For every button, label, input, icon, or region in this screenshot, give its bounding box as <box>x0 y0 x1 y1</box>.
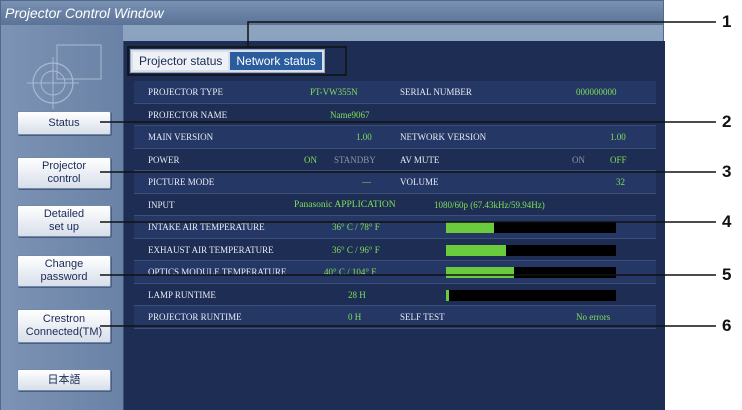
status-tabs: Projector status Network status <box>130 49 325 73</box>
av-mute-label: AV MUTE <box>400 154 440 165</box>
intake-temperature-value: 36° C / 78° F <box>332 222 380 232</box>
intake-temperature-label: INTAKE AIR TEMPERATURE <box>148 222 265 232</box>
projector-control-button[interactable]: Projector control <box>17 157 111 189</box>
window-title: Projector Control Window <box>1 1 663 25</box>
table-row: MAIN VERSION 1.00 NETWORK VERSION 1.00 <box>134 126 656 149</box>
input-signal-value: 1080/60p (67.43kHz/59.94Hz) <box>434 199 545 210</box>
table-row: PROJECTOR TYPE PT-VW355N SERIAL NUMBER 0… <box>134 81 656 104</box>
lamp-runtime-fill <box>446 289 450 301</box>
status-button[interactable]: Status <box>17 111 111 135</box>
change-password-button[interactable]: Change password <box>17 255 111 287</box>
lamp-runtime-label: LAMP RUNTIME <box>148 289 216 300</box>
projector-type-value: PT-VW355N <box>310 87 358 97</box>
tab-projector-status[interactable]: Projector status <box>133 52 229 70</box>
table-row: PROJECTOR NAME Name9067 <box>134 104 656 126</box>
projector-name-label: PROJECTOR NAME <box>148 109 228 120</box>
crosshair-logo-icon <box>27 44 102 109</box>
av-mute-off-value: OFF <box>610 154 627 165</box>
sidebar: Status Projector control Detailed set up… <box>1 25 123 410</box>
main-version-value: 1.00 <box>356 132 372 142</box>
callout-number-4: 4 <box>722 212 732 231</box>
power-standby-value: STANDBY <box>334 154 376 165</box>
callout-number-2: 2 <box>722 112 732 131</box>
callout-number-6: 6 <box>722 316 732 335</box>
volume-value: 32 <box>616 177 625 187</box>
lamp-runtime-meter <box>446 289 616 301</box>
optics-temperature-meter <box>446 267 616 278</box>
picture-mode-value: — <box>362 177 371 187</box>
self-test-value: No errors <box>576 312 611 322</box>
optics-temperature-label: OPTICS MODULE TEMPERATURE <box>148 267 287 277</box>
exhaust-temperature-label: EXHAUST AIR TEMPERATURE <box>148 244 274 255</box>
self-test-label: SELF TEST <box>400 312 445 322</box>
table-row: PICTURE MODE — VOLUME 32 <box>134 171 656 194</box>
callout-number-5: 5 <box>722 265 732 284</box>
input-label: INPUT <box>148 199 175 210</box>
status-table: PROJECTOR TYPE PT-VW355N SERIAL NUMBER 0… <box>134 81 656 329</box>
exhaust-temperature-meter <box>446 244 616 256</box>
serial-number-label: SERIAL NUMBER <box>400 87 472 97</box>
intake-temperature-fill <box>446 222 494 233</box>
network-version-value: 1.00 <box>610 132 626 142</box>
av-mute-on-value: ON <box>572 154 585 165</box>
input-value: Panasonic APPLICATION <box>294 199 396 210</box>
table-row: EXHAUST AIR TEMPERATURE 36° C / 96° F <box>134 239 656 261</box>
crestron-connected-button[interactable]: Crestron Connected(TM) <box>17 309 111 343</box>
serial-number-value: 000000000 <box>576 87 617 97</box>
table-row: OPTICS MODULE TEMPERATURE 40° C / 104° F <box>134 261 656 284</box>
table-row: PROJECTOR RUNTIME 0 H SELF TEST No error… <box>134 306 656 329</box>
projector-runtime-value: 0 H <box>348 312 362 322</box>
exhaust-temperature-fill <box>446 244 506 256</box>
table-row: INPUT Panasonic APPLICATION 1080/60p (67… <box>134 194 656 216</box>
japanese-language-button[interactable]: 日本語 <box>17 369 111 391</box>
optics-temperature-fill <box>446 267 514 278</box>
projector-name-value: Name9067 <box>330 109 370 120</box>
lamp-runtime-value: 28 H <box>348 289 366 300</box>
tab-network-status[interactable]: Network status <box>230 52 322 70</box>
projector-control-window: Projector Control Window Status Projecto… <box>0 0 665 410</box>
network-version-label: NETWORK VERSION <box>400 132 487 142</box>
table-row: LAMP RUNTIME 28 H <box>134 284 656 306</box>
status-panel: Projector status Network status PROJECTO… <box>123 41 665 410</box>
table-row: POWER ON STANDBY AV MUTE ON OFF <box>134 149 656 171</box>
intake-temperature-meter <box>446 222 616 233</box>
table-row: INTAKE AIR TEMPERATURE 36° C / 78° F <box>134 216 656 239</box>
picture-mode-label: PICTURE MODE <box>148 177 215 187</box>
power-on-value: ON <box>304 154 317 165</box>
callout-number-3: 3 <box>722 162 732 181</box>
callout-number-1: 1 <box>722 12 732 31</box>
power-label: POWER <box>148 154 180 165</box>
main-version-label: MAIN VERSION <box>148 132 214 142</box>
projector-runtime-label: PROJECTOR RUNTIME <box>148 312 242 322</box>
detailed-setup-button[interactable]: Detailed set up <box>17 205 111 237</box>
exhaust-temperature-value: 36° C / 96° F <box>332 244 380 255</box>
projector-type-label: PROJECTOR TYPE <box>148 87 223 97</box>
volume-label: VOLUME <box>400 177 439 187</box>
optics-temperature-value: 40° C / 104° F <box>324 267 377 277</box>
